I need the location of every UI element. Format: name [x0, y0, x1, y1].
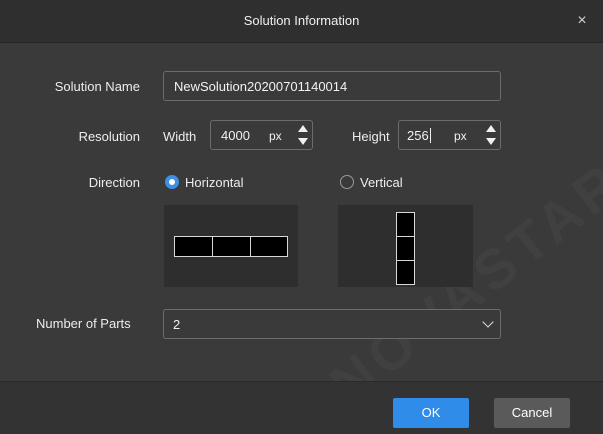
preview-cell	[250, 236, 288, 257]
ok-button[interactable]: OK	[393, 398, 469, 428]
dialog-footer: OK Cancel	[0, 381, 603, 434]
close-icon[interactable]: ×	[572, 11, 592, 31]
cancel-button[interactable]: Cancel	[494, 398, 570, 428]
radio-vertical[interactable]	[340, 175, 354, 189]
spin-down-icon[interactable]	[298, 138, 308, 145]
preview-cell	[174, 236, 213, 257]
spin-up-icon[interactable]	[486, 125, 496, 132]
width-unit: px	[269, 129, 282, 143]
height-spinner	[485, 121, 497, 149]
vertical-option-label[interactable]: Vertical	[360, 175, 403, 190]
number-of-parts-value: 2	[173, 317, 181, 332]
preview-cell	[396, 260, 415, 285]
radio-horizontal[interactable]	[165, 175, 179, 189]
solution-name-field-box	[163, 71, 501, 101]
spin-down-icon[interactable]	[486, 138, 496, 145]
solution-name-label: Solution Name	[54, 79, 140, 94]
number-of-parts-select[interactable]: 2	[163, 309, 501, 339]
dialog-titlebar: Solution Information ×	[0, 0, 603, 43]
preview-cell	[212, 236, 251, 257]
width-input[interactable]	[211, 121, 266, 149]
direction-label: Direction	[88, 175, 140, 190]
horizontal-option-label[interactable]: Horizontal	[185, 175, 244, 190]
solution-information-dialog: NOVASTAR Solution Information × Solution…	[0, 0, 603, 434]
vertical-preview[interactable]	[338, 205, 473, 287]
dialog-title: Solution Information	[243, 13, 360, 28]
height-input[interactable]	[399, 121, 454, 149]
spin-up-icon[interactable]	[298, 125, 308, 132]
width-spinner	[297, 121, 309, 149]
preview-cell	[396, 236, 415, 261]
width-label: Width	[163, 129, 197, 144]
chevron-down-icon	[482, 316, 494, 328]
width-field-box: px	[210, 120, 313, 150]
horizontal-preview[interactable]	[164, 205, 298, 287]
number-of-parts-label: Number of Parts	[36, 316, 131, 331]
height-unit: px	[454, 129, 467, 143]
height-field-box: px	[398, 120, 501, 150]
text-caret	[430, 128, 431, 143]
height-label: Height	[352, 129, 390, 144]
solution-name-input[interactable]	[164, 72, 500, 100]
preview-cell	[396, 212, 415, 237]
resolution-label: Resolution	[78, 129, 140, 144]
